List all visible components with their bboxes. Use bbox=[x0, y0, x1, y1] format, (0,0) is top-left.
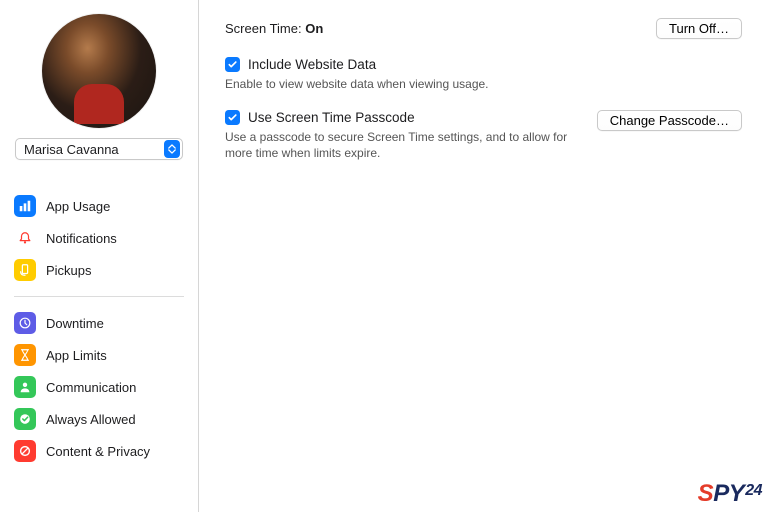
sidebar-item-pickups[interactable]: Pickups bbox=[8, 254, 190, 286]
avatar bbox=[42, 14, 156, 128]
sidebar-item-label: App Limits bbox=[46, 348, 107, 363]
watermark: S PY 24 bbox=[690, 478, 768, 512]
person-icon bbox=[14, 376, 36, 398]
user-select-value: Marisa Cavanna bbox=[24, 142, 119, 157]
sidebar-divider bbox=[14, 296, 184, 297]
sidebar-item-app-limits[interactable]: App Limits bbox=[8, 339, 190, 371]
sidebar-item-label: Always Allowed bbox=[46, 412, 136, 427]
check-seal-icon bbox=[14, 408, 36, 430]
use-passcode-label: Use Screen Time Passcode bbox=[248, 110, 415, 125]
sidebar-nav: App Usage Notifications Pickups Downtime bbox=[0, 190, 198, 467]
sidebar: Marisa Cavanna App Usage Notifications P… bbox=[0, 0, 199, 512]
use-passcode-section: Use Screen Time Passcode Use a passcode … bbox=[225, 110, 742, 161]
check-icon bbox=[227, 112, 238, 123]
sidebar-item-label: App Usage bbox=[46, 199, 110, 214]
screentime-status-label: Screen Time: On bbox=[225, 21, 323, 36]
sidebar-item-content-privacy[interactable]: Content & Privacy bbox=[8, 435, 190, 467]
include-website-data-desc: Enable to view website data when viewing… bbox=[225, 76, 742, 92]
clock-icon bbox=[14, 312, 36, 334]
sidebar-item-app-usage[interactable]: App Usage bbox=[8, 190, 190, 222]
sidebar-item-label: Pickups bbox=[46, 263, 92, 278]
screentime-status-row: Screen Time: On Turn Off… bbox=[225, 18, 742, 39]
sidebar-item-downtime[interactable]: Downtime bbox=[8, 307, 190, 339]
nosign-icon bbox=[14, 440, 36, 462]
sidebar-item-label: Content & Privacy bbox=[46, 444, 150, 459]
main-pane: Screen Time: On Turn Off… Include Websit… bbox=[199, 0, 768, 512]
sidebar-item-communication[interactable]: Communication bbox=[8, 371, 190, 403]
use-passcode-checkbox[interactable] bbox=[225, 110, 240, 125]
bar-chart-icon bbox=[14, 195, 36, 217]
check-icon bbox=[227, 59, 238, 70]
sidebar-item-notifications[interactable]: Notifications bbox=[8, 222, 190, 254]
sidebar-item-always-allowed[interactable]: Always Allowed bbox=[8, 403, 190, 435]
use-passcode-desc: Use a passcode to secure Screen Time set… bbox=[225, 129, 579, 161]
include-website-data-section: Include Website Data Enable to view webs… bbox=[225, 57, 742, 92]
include-website-data-checkbox[interactable] bbox=[225, 57, 240, 72]
hand-phone-icon bbox=[14, 259, 36, 281]
change-passcode-button[interactable]: Change Passcode… bbox=[597, 110, 742, 131]
turn-off-button[interactable]: Turn Off… bbox=[656, 18, 742, 39]
include-website-data-label: Include Website Data bbox=[248, 57, 376, 72]
hourglass-icon bbox=[14, 344, 36, 366]
chevron-updown-icon bbox=[164, 140, 180, 158]
sidebar-item-label: Downtime bbox=[46, 316, 104, 331]
sidebar-item-label: Communication bbox=[46, 380, 136, 395]
user-select[interactable]: Marisa Cavanna bbox=[15, 138, 183, 160]
bell-icon bbox=[14, 227, 36, 249]
sidebar-item-label: Notifications bbox=[46, 231, 117, 246]
